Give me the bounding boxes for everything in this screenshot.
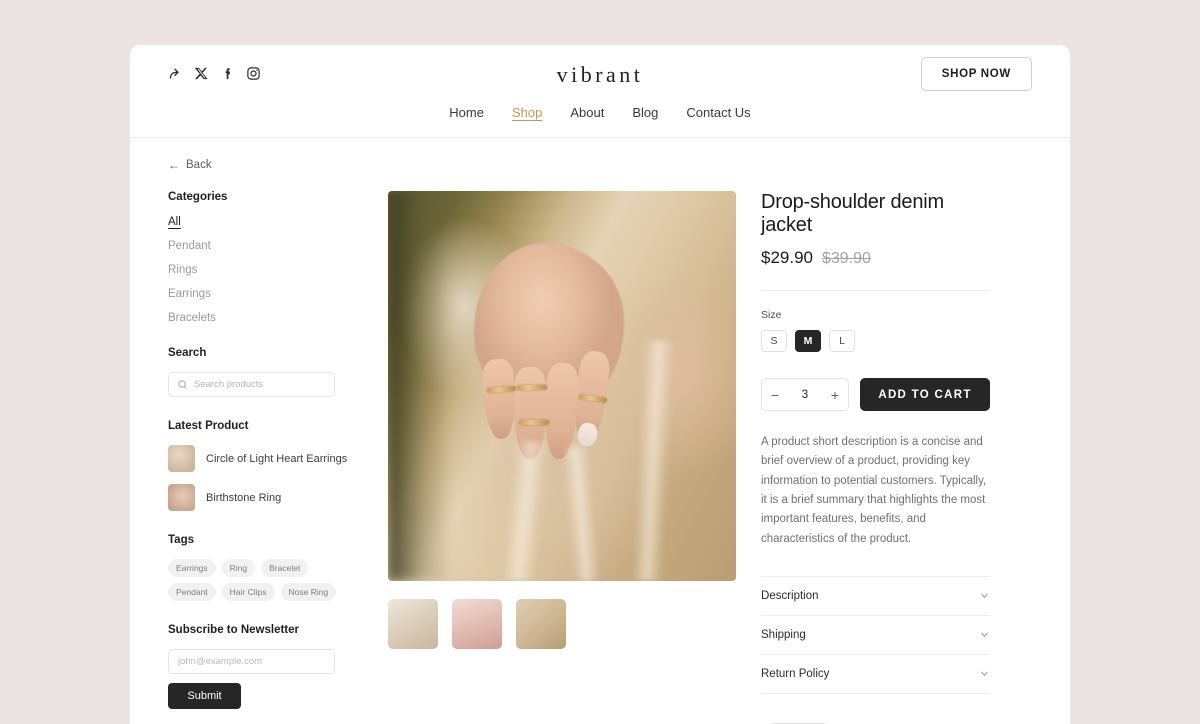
gold-ring-shape: [519, 420, 549, 425]
size-label: Size: [761, 309, 782, 321]
tags-heading: Tags: [168, 534, 194, 546]
search-input[interactable]: [194, 373, 329, 396]
search-icon: [178, 380, 187, 389]
gallery-thumbnail-2[interactable]: [452, 599, 502, 649]
search-heading: Search: [168, 347, 207, 359]
finger-shape: [481, 358, 518, 440]
shop-now-button[interactable]: SHOP NOW: [920, 57, 1032, 91]
gallery-thumbnail-1[interactable]: [388, 599, 438, 649]
product-title: Drop-shoulder denim jacket: [761, 191, 944, 236]
size-option-m[interactable]: M: [795, 330, 821, 352]
accordion-label: Shipping: [761, 628, 806, 641]
sidebar-category-pendant[interactable]: Pendant: [168, 240, 368, 252]
nav-item-about[interactable]: About: [570, 105, 604, 120]
image-background-blur: [388, 191, 450, 581]
fabric-fold: [631, 340, 675, 581]
chevron-down-icon: [981, 594, 988, 599]
sidebar-category-earrings[interactable]: Earrings: [168, 288, 368, 300]
tags-section: Tags Earrings Ring Bracelet Pendant Hair…: [168, 534, 368, 601]
categories-heading: Categories: [168, 191, 228, 203]
size-option-s[interactable]: S: [761, 330, 787, 352]
add-to-cart-button[interactable]: ADD TO CART: [860, 378, 990, 411]
newsletter-heading: Subscribe to Newsletter: [168, 624, 300, 636]
latest-product-name: Birthstone Ring: [206, 491, 282, 504]
categories-list: All Pendant Rings Earrings Bracelets: [168, 216, 368, 324]
accordion-label: Description: [761, 589, 819, 602]
quantity-stepper[interactable]: − 3 +: [761, 378, 849, 411]
page-root: vibrant SHOP NOW Home Shop About Blog Co…: [0, 0, 1200, 724]
search-box[interactable]: [168, 372, 335, 397]
page-body: ← Back Categories All Pendant Rings Earr…: [130, 137, 1070, 724]
newsletter-submit-button[interactable]: Submit: [168, 683, 241, 709]
nav-item-blog[interactable]: Blog: [632, 105, 658, 120]
latest-product-section: Latest Product Circle of Light Heart Ear…: [168, 420, 368, 511]
product-thumbnail-icon: [168, 484, 195, 511]
thumbnail-strip: [388, 599, 736, 649]
nav-item-shop[interactable]: Shop: [512, 105, 542, 120]
price-divider: [761, 290, 990, 291]
latest-product-heading: Latest Product: [168, 420, 249, 432]
sidebar-category-bracelets[interactable]: Bracelets: [168, 312, 368, 324]
content-columns: Categories All Pendant Rings Earrings Br…: [168, 191, 1032, 724]
accordion-label: Return Policy: [761, 667, 830, 680]
tag-hair-clips[interactable]: Hair Clips: [221, 583, 275, 601]
quantity-increase-button[interactable]: +: [822, 379, 848, 410]
sidebar-category-rings[interactable]: Rings: [168, 264, 368, 276]
size-option-l[interactable]: L: [829, 330, 855, 352]
search-section: Search: [168, 347, 368, 397]
product-gallery: [388, 191, 736, 724]
product-details: Drop-shoulder denim jacket $29.90 $39.90…: [761, 191, 1032, 724]
accordion-shipping[interactable]: Shipping: [761, 614, 990, 654]
sidebar-category-all[interactable]: All: [168, 216, 368, 228]
chevron-down-icon: [981, 633, 988, 638]
accordion-description[interactable]: Description: [761, 575, 990, 615]
gallery-thumbnail-3[interactable]: [516, 599, 566, 649]
product-price: $29.90: [761, 248, 813, 267]
product-price-row: $29.90 $39.90: [761, 248, 990, 268]
site-card: vibrant SHOP NOW Home Shop About Blog Co…: [130, 45, 1070, 724]
tag-bracelet[interactable]: Bracelet: [261, 559, 309, 577]
fingernail-shape: [576, 421, 599, 448]
back-link-label: Back: [186, 159, 212, 171]
site-header: vibrant SHOP NOW Home Shop About Blog Co…: [130, 45, 1070, 138]
product-thumbnail-icon: [168, 445, 195, 472]
cart-row: − 3 + ADD TO CART: [761, 378, 990, 411]
tag-earrings[interactable]: Earrings: [168, 559, 216, 577]
quantity-value: 3: [801, 388, 809, 401]
gold-ring-shape: [516, 384, 548, 391]
fabric-fold: [500, 439, 550, 581]
tag-ring[interactable]: Ring: [221, 559, 256, 577]
nav-item-home[interactable]: Home: [449, 105, 484, 120]
accordion-return-policy[interactable]: Return Policy: [761, 653, 990, 694]
sidebar: Categories All Pendant Rings Earrings Br…: [168, 191, 368, 724]
product-old-price: $39.90: [822, 250, 871, 267]
tags-list: Earrings Ring Bracelet Pendant Hair Clip…: [168, 559, 343, 601]
quantity-decrease-button[interactable]: −: [762, 379, 788, 410]
back-link[interactable]: ← Back: [168, 158, 212, 172]
latest-product-name: Circle of Light Heart Earrings: [206, 452, 348, 465]
product-main-image[interactable]: [388, 191, 736, 581]
newsletter-section: Subscribe to Newsletter Submit: [168, 624, 368, 709]
back-arrow-icon: ←: [168, 158, 180, 172]
list-item[interactable]: Birthstone Ring: [168, 484, 368, 511]
fabric-fold: [562, 445, 600, 581]
newsletter-email-field[interactable]: [168, 649, 335, 674]
main-navigation: Home Shop About Blog Contact Us: [130, 105, 1070, 120]
tag-pendant[interactable]: Pendant: [168, 583, 216, 601]
list-item[interactable]: Circle of Light Heart Earrings: [168, 445, 368, 472]
tag-nose-ring[interactable]: Nose Ring: [280, 583, 337, 601]
size-selector: S M L: [761, 330, 990, 352]
product-description: A product short description is a concise…: [761, 436, 987, 545]
chevron-down-icon: [981, 672, 988, 677]
nav-item-contact-us[interactable]: Contact Us: [686, 105, 750, 120]
product-accordions: Description Shipping Return Policy: [761, 575, 990, 694]
